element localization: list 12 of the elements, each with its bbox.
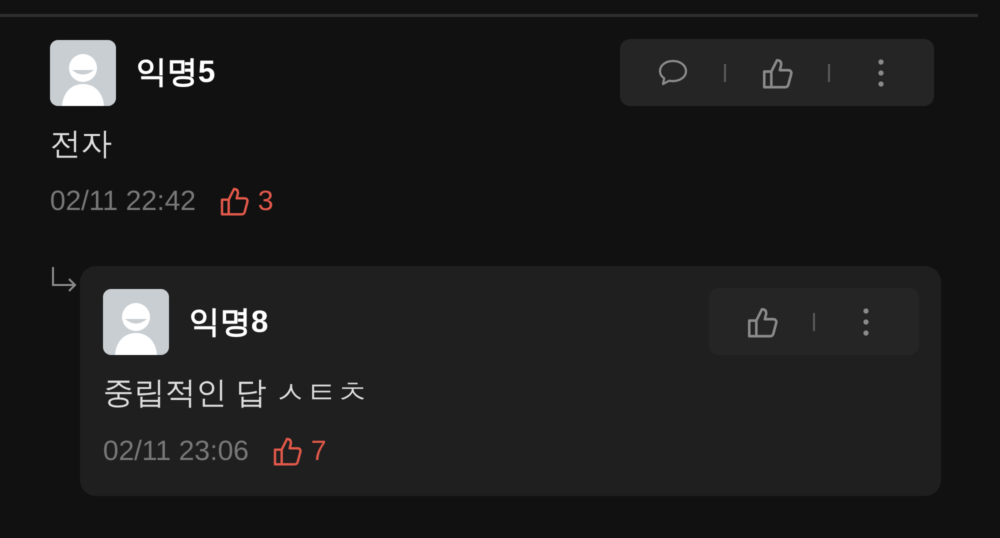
like-count: 7: [310, 434, 326, 468]
like-count: 3: [258, 184, 274, 218]
comment-text: 전자: [50, 125, 113, 163]
avatar-icon: [50, 40, 116, 106]
author-name: 익명8: [189, 302, 268, 341]
more-icon: [877, 58, 885, 88]
avatar-icon: [103, 288, 169, 355]
author-name: 익명5: [136, 53, 216, 92]
comment-text: 중립적인 답 ㅅㅌㅊ: [103, 374, 370, 412]
timestamp: 02/11 23:06: [103, 434, 249, 468]
more-icon: [862, 306, 870, 337]
timestamp: 02/11 22:42: [50, 184, 196, 218]
